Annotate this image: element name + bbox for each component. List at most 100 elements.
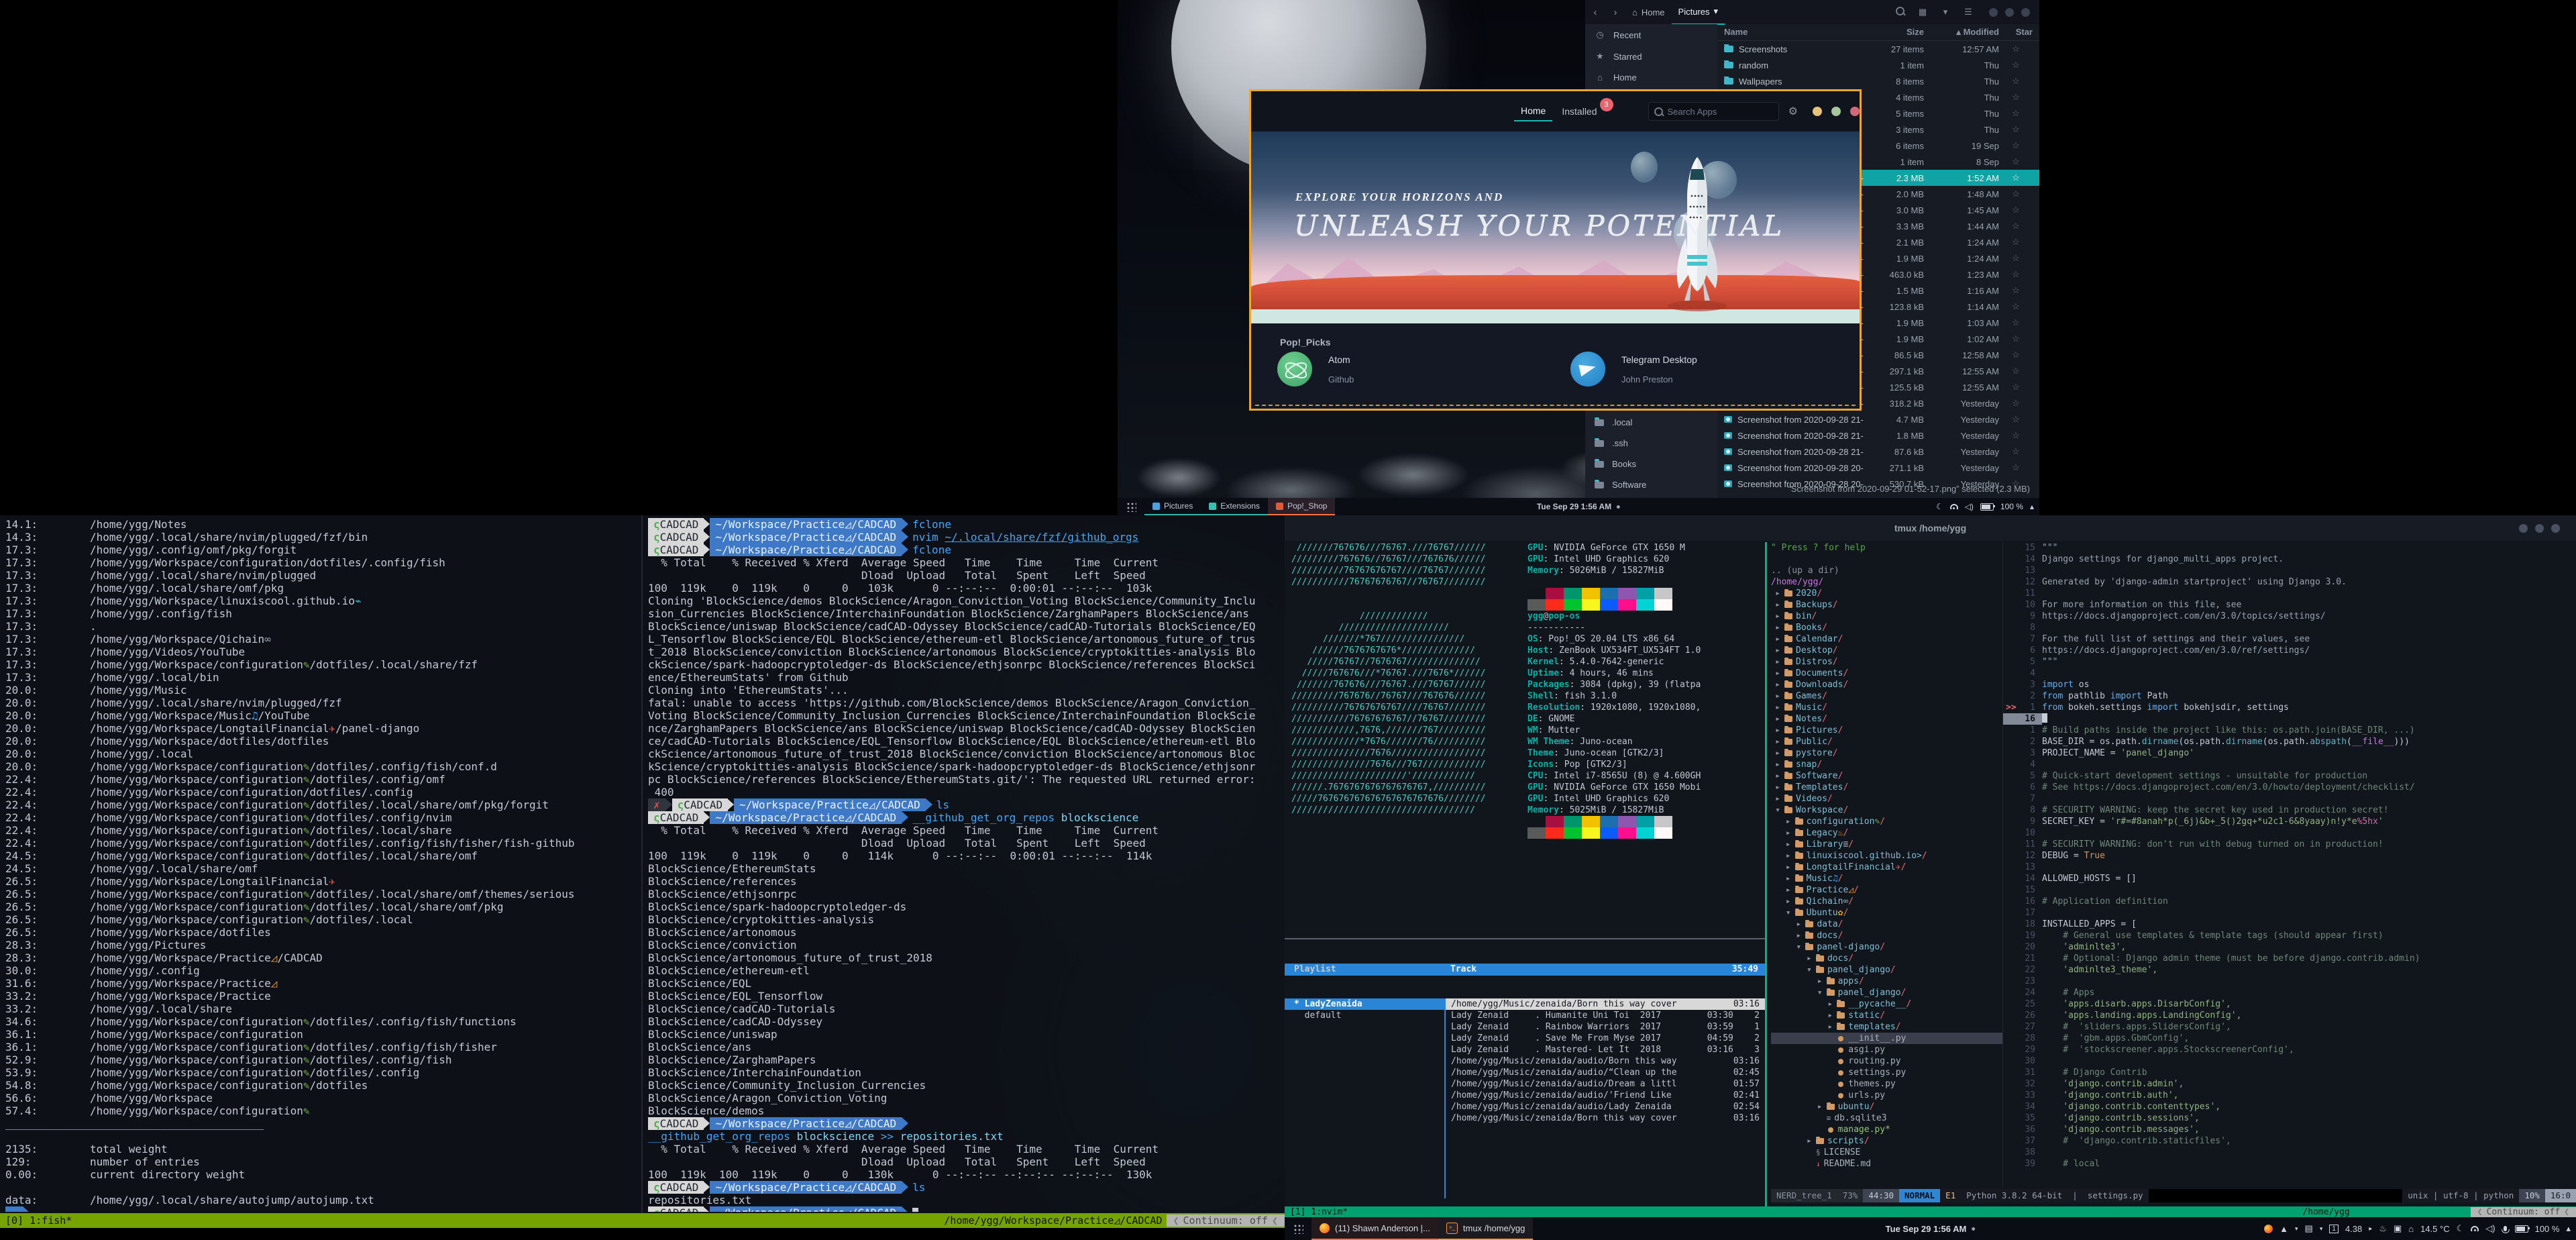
tree-dir-Desktop[interactable]: ▸Desktop/	[1771, 645, 2002, 656]
tree-dir-LongtailFinancial[interactable]: ▸LongtailFinancial✈/	[1771, 862, 2002, 873]
code-line[interactable]: 10For more information on this file, see	[2003, 599, 2576, 611]
sidebar-item-Software[interactable]: Software	[1585, 474, 1717, 495]
star-icon[interactable]: ☆	[1999, 285, 2033, 296]
tmux-session[interactable]: [0] 1:fish*	[0, 1215, 77, 1227]
window-controls[interactable]	[2519, 524, 2560, 533]
back-button[interactable]: ‹	[1585, 7, 1605, 18]
code-line[interactable]: 29 # 'stockscreener.apps.StockscreenerCo…	[2003, 1044, 2576, 1055]
code-line[interactable]: 39 # local	[2003, 1158, 2576, 1170]
grid-view-icon[interactable]: ▦	[1911, 7, 1934, 17]
night-light-icon[interactable]: ☾	[1936, 502, 1943, 511]
tmux-pane-divider-horizontal[interactable]	[1285, 938, 1765, 939]
star-icon[interactable]: ☆	[1999, 382, 2033, 393]
tree-line[interactable]: /home/ygg/	[1771, 576, 2002, 588]
tree-dir-configuration[interactable]: ▸configuration✎/	[1771, 816, 2002, 827]
tree-file-routing.py[interactable]: routing.py	[1771, 1055, 2002, 1067]
star-icon[interactable]: ☆	[1999, 301, 2033, 312]
star-icon[interactable]: ☆	[1999, 253, 2033, 264]
file-row[interactable]: Screenshot from 2020-09-28 21-…87.6 kBYe…	[1717, 444, 2039, 460]
tree-dir-Videos[interactable]: ▸Videos/	[1771, 793, 2002, 805]
star-icon[interactable]: ☆	[1999, 124, 2033, 135]
track-item[interactable]: Lady Zenaid . Save Me From Myse 201704:5…	[1446, 1033, 1765, 1044]
tree-dir-Documents[interactable]: ▸Documents/	[1771, 668, 2002, 679]
tmux-session[interactable]: [1] 1:nvim*	[1285, 1207, 1353, 1217]
tree-dir-Library[interactable]: ▸Library≣/	[1771, 839, 2002, 850]
track-item[interactable]: /home/ygg/Music/zenaida/Born this way co…	[1446, 998, 1765, 1010]
app-card-atom[interactable]: AtomGithub	[1277, 352, 1354, 386]
tree-dir-panel_django[interactable]: ▾panel_django/	[1771, 964, 2002, 976]
tree-dir-Games[interactable]: ▸Games/	[1771, 690, 2002, 702]
taskbar-window-firefox[interactable]: (11) Shawn Anderson |...	[1311, 1217, 1438, 1240]
star-icon[interactable]: ☆	[1999, 156, 2033, 167]
tree-dir-pystore[interactable]: ▸pystore/	[1771, 747, 2002, 759]
star-icon[interactable]: ☆	[1999, 414, 2033, 425]
tree-file-README.md[interactable]: ↓README.md	[1771, 1158, 2002, 1170]
track-item[interactable]: /home/ygg/Music/zenaida/Born this way co…	[1446, 1113, 1765, 1124]
code-line[interactable]: 33 'django.contrib.auth',	[2003, 1090, 2576, 1101]
tree-dir-apps[interactable]: ▸apps/	[1771, 976, 2002, 987]
cmus-playlists[interactable]: * LadyZenaida default	[1285, 998, 1446, 1198]
code-line[interactable]: 21 # Optional: Django admin theme (must …	[2003, 953, 2576, 964]
tree-dir-scripts[interactable]: ▸scripts/	[1771, 1135, 2002, 1147]
chevron-down-icon[interactable]: ▾	[2295, 1225, 2298, 1233]
tree-file-manage.py[interactable]: manage.py*	[1771, 1124, 2002, 1135]
code-line[interactable]: 8# SECURITY WARNING: keep the secret key…	[2003, 805, 2576, 816]
tree-dir-panel_django[interactable]: ▾panel_django/	[1771, 987, 2002, 998]
code-line[interactable]: 14ALLOWED_HOSTS = []	[2003, 873, 2576, 884]
sidebar-item-Books[interactable]: Books	[1585, 454, 1717, 474]
tree-dir-Templates[interactable]: ▸Templates/	[1771, 782, 2002, 793]
code-line[interactable]: 5# Quick-start development settings - un…	[2003, 770, 2576, 782]
code-line[interactable]: 16	[2003, 713, 2576, 725]
code-line[interactable]: 16# Application definition	[2003, 896, 2576, 907]
code-line[interactable]: 25 'apps.disarb.apps.DisarbConfig',	[2003, 998, 2576, 1010]
code-line[interactable]: 3import os	[2003, 679, 2576, 690]
star-icon[interactable]: ☆	[1999, 60, 2033, 70]
tree-dir-Music[interactable]: ▸Music♫/	[1771, 873, 2002, 884]
expand-icon[interactable]: ▴	[2030, 502, 2034, 511]
code-line[interactable]: 12DEBUG = True	[2003, 850, 2576, 862]
code-line[interactable]: 2BASE_DIR = os.path.dirname(os.path.dirn…	[2003, 736, 2576, 747]
tree-dir-Books[interactable]: ▸Books/	[1771, 622, 2002, 633]
track-item[interactable]: /home/ygg/Music/zenaida/audio/Lady Zenai…	[1446, 1101, 1765, 1113]
code-line[interactable]: 36 'django.contrib.messages',	[2003, 1124, 2576, 1135]
tree-dir-__pycache__[interactable]: ▸__pycache__/	[1771, 998, 2002, 1010]
file-row[interactable]: random1 itemThu☆	[1717, 57, 2039, 73]
tree-dir-paneldjango[interactable]: ▾panel-django/	[1771, 941, 2002, 953]
tree-dir-templates[interactable]: ▸templates/	[1771, 1021, 2002, 1033]
tree-line[interactable]: .. (up a dir)	[1771, 565, 2002, 576]
tree-file-settings.py[interactable]: settings.py	[1771, 1067, 2002, 1078]
code-line[interactable]: 2from pathlib import Path	[2003, 690, 2576, 702]
tree-dir-Workspace[interactable]: ▾Workspace/	[1771, 805, 2002, 816]
wifi-icon[interactable]	[2471, 1226, 2479, 1231]
star-icon[interactable]: ☆	[1999, 44, 2033, 54]
tmux-pane-neofetch[interactable]: ///////767676///76767.///76767//////GPU:…	[1291, 542, 1764, 937]
code-line[interactable]: 24 # Apps	[2003, 987, 2576, 998]
code-line[interactable]: 6# See https://docs.djangoproject.com/en…	[2003, 782, 2576, 793]
code-line[interactable]: 15"""	[2003, 542, 2576, 554]
code-line[interactable]: 12Generated by 'django-admin startprojec…	[2003, 576, 2576, 588]
view-chevron-icon[interactable]: ▾	[1934, 7, 1957, 17]
tree-dir-static[interactable]: ▸static/	[1771, 1010, 2002, 1021]
track-item[interactable]: /home/ygg/Music/zenaida/audio/'Friend Li…	[1446, 1090, 1765, 1101]
code-line[interactable]: 3PROJECT_NAME = 'panel_django'	[2003, 747, 2576, 759]
tree-dir-Public[interactable]: ▸Public/	[1771, 736, 2002, 747]
eject-icon[interactable]: ▲	[2279, 1224, 2288, 1234]
clipboard-icon[interactable]: ▤	[2305, 1223, 2313, 1234]
tree-file-db.sqlite3[interactable]: ≡db.sqlite3	[1771, 1113, 2002, 1124]
battery-icon[interactable]	[1980, 503, 1994, 511]
tmux-pane-shell[interactable]: ςCADCAD~/Workspace/Practice◿/CADCADfclon…	[648, 518, 1282, 1212]
tree-dir-data[interactable]: ▸data/	[1771, 919, 2002, 930]
app-grid-icon[interactable]	[1126, 501, 1136, 512]
tab-home[interactable]: Home	[1514, 101, 1552, 121]
star-icon[interactable]: ☆	[1999, 333, 2033, 344]
star-icon[interactable]: ☆	[1999, 446, 2033, 457]
code-line[interactable]: 4	[2003, 668, 2576, 679]
playlist-item[interactable]: * LadyZenaida	[1285, 998, 1444, 1010]
search-icon[interactable]	[1888, 7, 1911, 17]
code-line[interactable]: 11	[2003, 588, 2576, 599]
editor-pane-settings-py[interactable]: 15"""14Django settings for django_multi_…	[2003, 542, 2576, 1188]
sidebar-item-starred[interactable]: ★Starred	[1585, 46, 1717, 67]
code-line[interactable]: 18INSTALLED_APPS = [	[2003, 919, 2576, 930]
tree-dir-bin[interactable]: ▸bin/	[1771, 611, 2002, 622]
nerdtree-pane[interactable]: " Press ? for help .. (up a dir)/home/yg…	[1771, 542, 2002, 1188]
